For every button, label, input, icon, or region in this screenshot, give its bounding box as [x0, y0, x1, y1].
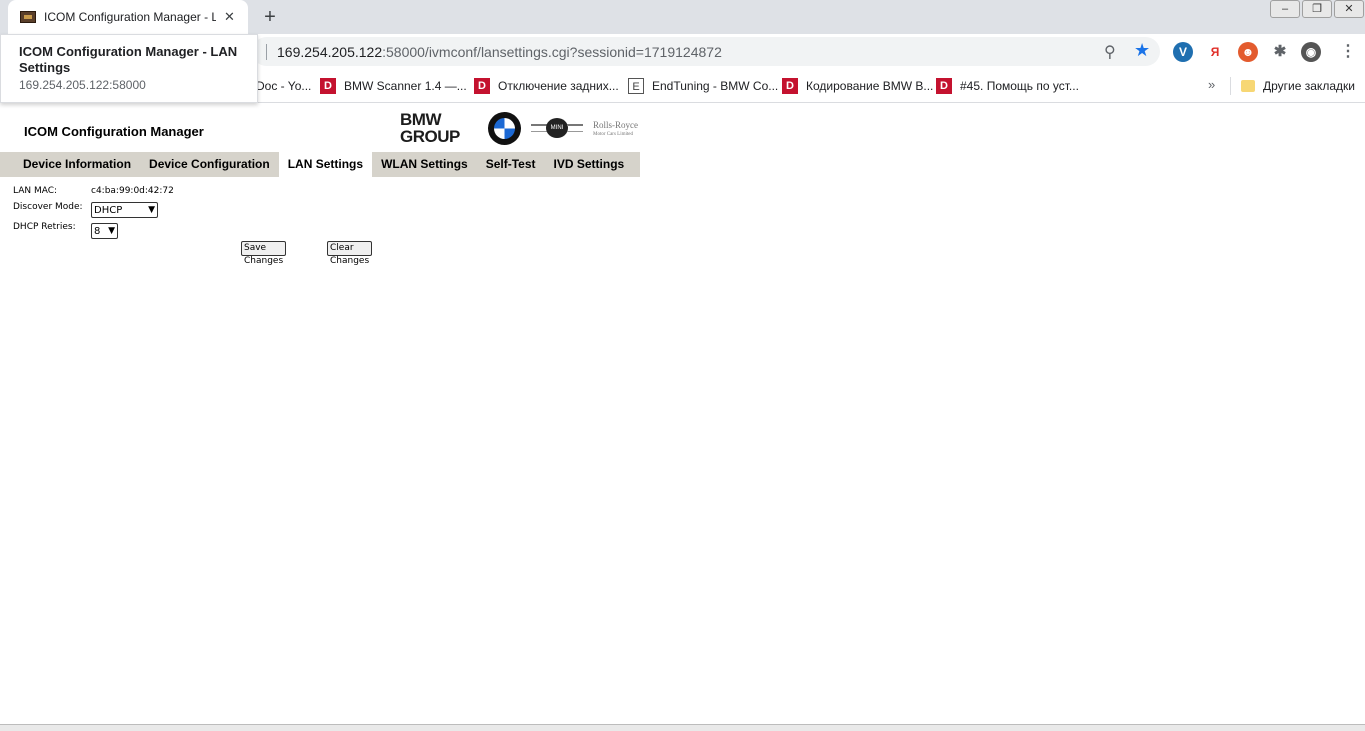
bookmark-item[interactable]: D BMW Scanner 1.4 —...: [320, 78, 467, 94]
dhcp-retries-select[interactable]: 8 ▼: [91, 223, 118, 239]
discover-mode-label: Discover Mode:: [13, 202, 83, 212]
tab-device-configuration[interactable]: Device Configuration: [140, 152, 279, 177]
tab-hover-tooltip: ICOM Configuration Manager - LAN Setting…: [0, 34, 258, 103]
taskbar-strip: [0, 724, 1365, 731]
chevron-down-icon: ▼: [108, 226, 115, 236]
mini-logo: MINI: [531, 118, 583, 138]
omnibox-divider: [266, 44, 267, 60]
browser-tabstrip: ICOM Configuration Manager - LAN Setting…: [0, 0, 1365, 34]
yandex-extension-icon[interactable]: Я: [1205, 42, 1225, 62]
browser-tab[interactable]: ICOM Configuration Manager - LAN Setting…: [8, 0, 248, 34]
save-changes-button[interactable]: Save Changes: [241, 241, 287, 266]
bookmark-d-icon: D: [936, 78, 952, 94]
tooltip-title: ICOM Configuration Manager - LAN Setting…: [19, 44, 238, 75]
new-tab-button[interactable]: +: [259, 6, 281, 28]
dhcp-retries-label: DHCP Retries:: [13, 222, 76, 232]
tab-lan-settings[interactable]: LAN Settings: [278, 152, 373, 177]
other-bookmarks-folder[interactable]: Другие закладки: [1241, 78, 1355, 94]
lan-mac-value: c4:ba:99:0d:42:72: [91, 186, 174, 196]
tooltip-url: 169.254.205.122:58000: [19, 78, 146, 92]
bookmarks-divider: [1230, 77, 1231, 95]
page-content: ICOM Configuration Manager BMW GROUP MIN…: [0, 104, 1365, 724]
address-url[interactable]: 169.254.205.122:58000/ivmconf/lansetting…: [277, 44, 722, 60]
bookmark-d-icon: D: [474, 78, 490, 94]
extensions-puzzle-icon[interactable]: ✱: [1270, 42, 1290, 62]
favicon-icon: [20, 11, 36, 23]
zoom-icon[interactable]: ⚲: [1104, 42, 1116, 62]
main-nav: Device Information Device Configuration …: [0, 152, 640, 177]
bookmark-item[interactable]: E EndTuning - BMW Co...: [628, 78, 778, 94]
bmw-group-logo: BMW GROUP: [400, 110, 460, 146]
folder-icon: [1241, 80, 1255, 92]
tab-device-information[interactable]: Device Information: [14, 152, 140, 177]
chevron-down-icon: ▼: [148, 205, 155, 215]
browser-menu-icon[interactable]: ⋮: [1338, 42, 1358, 62]
tab-title: ICOM Configuration Manager - LAN Setting…: [44, 10, 216, 24]
discover-mode-select[interactable]: DHCP ▼: [91, 202, 158, 218]
bookmark-star-icon[interactable]: ★: [1134, 40, 1150, 61]
tab-self-test[interactable]: Self-Test: [477, 152, 545, 177]
bookmark-item[interactable]: D #45. Помощь по уст...: [936, 78, 1079, 94]
profile-avatar[interactable]: ◉: [1301, 42, 1321, 62]
bookmark-item[interactable]: D Кодирование BMW B...: [782, 78, 933, 94]
bookmark-d-icon: D: [320, 78, 336, 94]
extension-mask-icon[interactable]: ☻: [1238, 42, 1258, 62]
clear-changes-button[interactable]: Clear Changes: [327, 241, 373, 266]
extension-v-icon[interactable]: V: [1173, 42, 1193, 62]
close-window-button[interactable]: ✕: [1334, 0, 1364, 18]
bookmark-item[interactable]: D Отключение задних...: [474, 78, 619, 94]
bookmark-item[interactable]: Doc - Yo...: [256, 78, 311, 94]
bookmark-e-icon: E: [628, 78, 644, 94]
tab-ivd-settings[interactable]: IVD Settings: [545, 152, 634, 177]
maximize-button[interactable]: ❐: [1302, 0, 1332, 18]
bookmark-d-icon: D: [782, 78, 798, 94]
page-title: ICOM Configuration Manager: [24, 124, 204, 139]
tab-wlan-settings[interactable]: WLAN Settings: [372, 152, 477, 177]
close-tab-icon[interactable]: ✕: [224, 9, 235, 25]
bookmarks-overflow-icon[interactable]: »: [1208, 77, 1215, 92]
minimize-button[interactable]: –: [1270, 0, 1300, 18]
bmw-roundel-logo: [488, 112, 521, 145]
lan-mac-label: LAN MAC:: [13, 186, 58, 196]
address-bar[interactable]: 169.254.205.122:58000/ivmconf/lansetting…: [252, 37, 1160, 66]
rolls-royce-logo: Rolls-Royce Motor Cars Limited: [593, 120, 638, 138]
window-controls: – ❐ ✕: [1268, 0, 1365, 18]
